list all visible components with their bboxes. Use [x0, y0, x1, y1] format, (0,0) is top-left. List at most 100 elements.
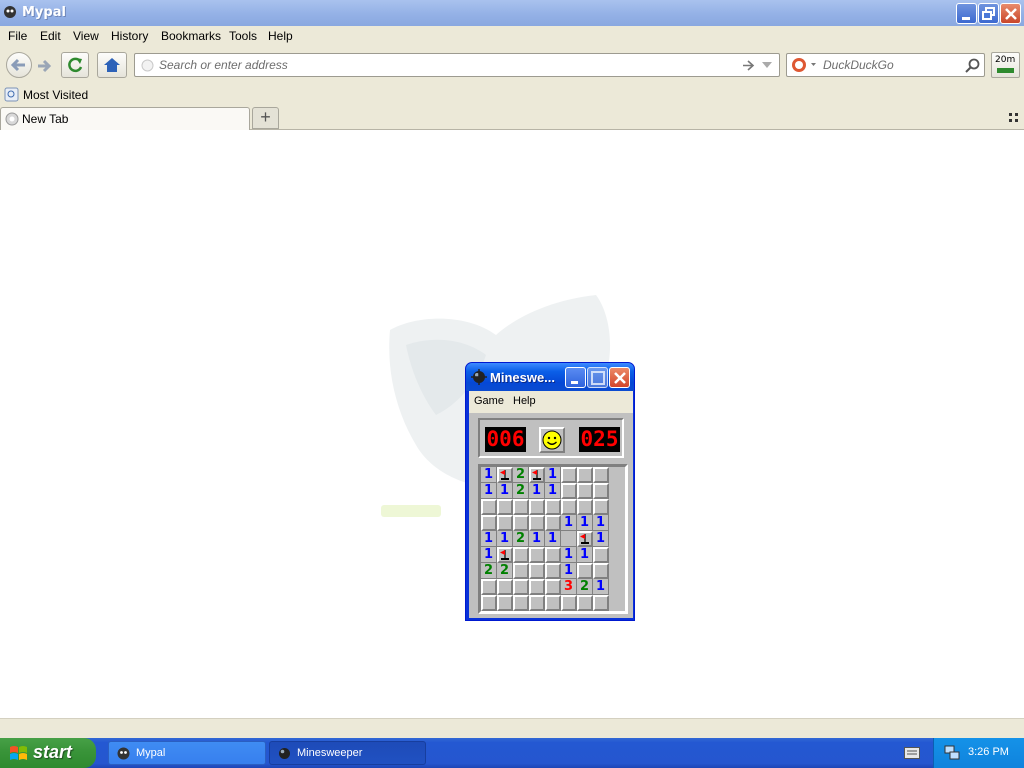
number-cell[interactable]: 1	[529, 531, 545, 547]
unopened-cell[interactable]	[513, 515, 529, 531]
number-cell[interactable]: 1	[481, 483, 497, 499]
tab-new-tab[interactable]: New Tab	[0, 107, 250, 130]
unopened-cell[interactable]	[481, 499, 497, 515]
number-cell[interactable]: 1	[481, 467, 497, 483]
number-cell[interactable]: 1	[529, 483, 545, 499]
unopened-cell[interactable]	[497, 579, 513, 595]
history-dropdown-icon[interactable]	[762, 62, 772, 69]
unopened-cell[interactable]	[561, 499, 577, 515]
unopened-cell[interactable]	[545, 499, 561, 515]
unopened-cell[interactable]	[529, 547, 545, 563]
zoom-button[interactable]: 20m	[991, 52, 1020, 78]
number-cell[interactable]: 1	[561, 515, 577, 531]
unopened-cell[interactable]	[529, 563, 545, 579]
unopened-cell[interactable]	[497, 515, 513, 531]
number-cell[interactable]: 2	[497, 563, 513, 579]
number-cell[interactable]: 2	[577, 579, 593, 595]
number-cell[interactable]: 1	[561, 547, 577, 563]
number-cell[interactable]: 2	[513, 531, 529, 547]
unopened-cell[interactable]	[481, 595, 497, 611]
address-input[interactable]: Search or enter address	[159, 58, 719, 72]
unopened-cell[interactable]	[577, 483, 593, 499]
smiley-reset-button[interactable]	[539, 427, 565, 453]
minesweeper-titlebar[interactable]: Mineswe...	[466, 363, 634, 391]
empty-cell[interactable]	[561, 531, 577, 547]
unopened-cell[interactable]	[593, 595, 609, 611]
menu-tools[interactable]: Tools	[229, 29, 257, 43]
unopened-cell[interactable]	[561, 483, 577, 499]
number-cell[interactable]: 1	[577, 547, 593, 563]
menu-history[interactable]: History	[111, 29, 148, 43]
unopened-cell[interactable]	[529, 499, 545, 515]
menu-help[interactable]: Help	[268, 29, 293, 43]
number-cell[interactable]: 1	[545, 467, 561, 483]
tab-list-icon[interactable]	[1009, 113, 1019, 123]
go-arrow-icon[interactable]	[741, 59, 755, 72]
mines-maximize-button[interactable]	[587, 367, 608, 388]
number-cell[interactable]: 2	[513, 483, 529, 499]
unopened-cell[interactable]	[545, 515, 561, 531]
flagged-cell[interactable]	[497, 547, 513, 563]
unopened-cell[interactable]	[577, 467, 593, 483]
number-cell[interactable]: 1	[561, 563, 577, 579]
number-cell[interactable]: 1	[593, 579, 609, 595]
number-cell[interactable]: 1	[593, 515, 609, 531]
unopened-cell[interactable]	[497, 595, 513, 611]
unopened-cell[interactable]	[545, 579, 561, 595]
bookmark-most-visited[interactable]: Most Visited	[23, 88, 88, 102]
close-button[interactable]	[1000, 3, 1021, 24]
number-cell[interactable]: 1	[481, 547, 497, 563]
forward-arrow-icon[interactable]	[34, 58, 54, 74]
flagged-cell[interactable]	[497, 467, 513, 483]
unopened-cell[interactable]	[545, 547, 561, 563]
unopened-cell[interactable]	[481, 515, 497, 531]
minimize-button[interactable]	[956, 3, 977, 24]
number-cell[interactable]: 1	[593, 531, 609, 547]
mines-menu-game[interactable]: Game	[474, 395, 504, 407]
unopened-cell[interactable]	[593, 563, 609, 579]
mines-close-button[interactable]	[609, 367, 630, 388]
menu-view[interactable]: View	[73, 29, 99, 43]
mines-minimize-button[interactable]	[565, 367, 586, 388]
unopened-cell[interactable]	[529, 515, 545, 531]
taskbar-item-mypal[interactable]: Mypal	[108, 741, 266, 765]
unopened-cell[interactable]	[529, 579, 545, 595]
unopened-cell[interactable]	[545, 563, 561, 579]
unopened-cell[interactable]	[513, 547, 529, 563]
keyboard-icon[interactable]	[904, 747, 920, 759]
minefield-grid[interactable]: 12111211111112111111221321	[478, 464, 628, 614]
unopened-cell[interactable]	[513, 563, 529, 579]
search-icon[interactable]	[965, 58, 980, 73]
minesweeper-window[interactable]: Mineswe... Game Help 006 025 12111211111…	[465, 362, 635, 621]
number-cell[interactable]: 2	[481, 563, 497, 579]
menu-edit[interactable]: Edit	[40, 29, 61, 43]
number-cell[interactable]: 1	[497, 531, 513, 547]
search-bar[interactable]: DuckDuckGo	[786, 53, 985, 77]
menu-bookmarks[interactable]: Bookmarks	[161, 29, 221, 43]
duckduckgo-engine-icon[interactable]	[791, 57, 817, 73]
number-cell[interactable]: 1	[497, 483, 513, 499]
home-button[interactable]	[97, 52, 127, 78]
unopened-cell[interactable]	[561, 595, 577, 611]
number-cell[interactable]: 2	[513, 467, 529, 483]
search-input[interactable]: DuckDuckGo	[823, 58, 963, 72]
unopened-cell[interactable]	[577, 499, 593, 515]
reload-button[interactable]	[61, 52, 89, 78]
number-cell[interactable]: 1	[545, 531, 561, 547]
new-tab-button[interactable]: +	[252, 107, 279, 129]
taskbar-item-minesweeper[interactable]: Minesweeper	[269, 741, 426, 765]
unopened-cell[interactable]	[561, 467, 577, 483]
flagged-cell[interactable]	[577, 531, 593, 547]
address-bar[interactable]: Search or enter address	[134, 53, 780, 77]
unopened-cell[interactable]	[577, 563, 593, 579]
unopened-cell[interactable]	[593, 499, 609, 515]
flagged-cell[interactable]	[529, 467, 545, 483]
unopened-cell[interactable]	[593, 483, 609, 499]
unopened-cell[interactable]	[545, 595, 561, 611]
start-button[interactable]: start	[0, 738, 96, 768]
unopened-cell[interactable]	[513, 579, 529, 595]
number-cell[interactable]: 1	[545, 483, 561, 499]
network-icon[interactable]	[944, 745, 960, 761]
unopened-cell[interactable]	[577, 595, 593, 611]
unopened-cell[interactable]	[481, 579, 497, 595]
